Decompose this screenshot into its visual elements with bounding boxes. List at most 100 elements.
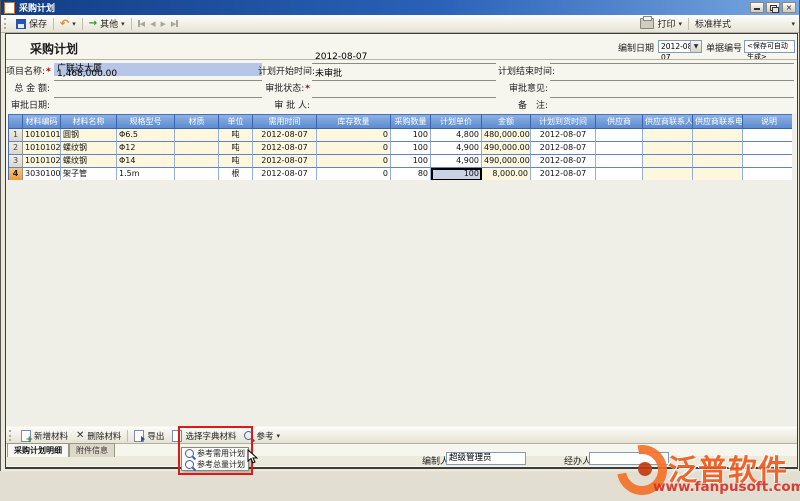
agent-input[interactable] (589, 452, 669, 465)
grid-cell[interactable] (693, 129, 743, 142)
approve-opinion-label: 审批意见: (498, 81, 548, 94)
style-combo[interactable]: 标准样式 ▾ (691, 16, 795, 31)
minimize-button[interactable] (750, 2, 764, 13)
grid-cell[interactable] (693, 142, 743, 155)
grid-cell[interactable]: 螺纹钢 (61, 155, 117, 168)
grid-cell[interactable]: 吨 (219, 142, 253, 155)
grid-cell[interactable]: 0 (317, 155, 391, 168)
close-button[interactable]: × (782, 2, 796, 13)
grid-cell[interactable]: 100 (391, 155, 431, 168)
grid-cell[interactable]: 4,800 (431, 129, 482, 142)
grid-header-cell[interactable]: 供应商联系人 (643, 115, 693, 129)
grid-cell[interactable] (596, 129, 643, 142)
grid-header-cell[interactable]: 需用时间 (253, 115, 317, 129)
row-number[interactable]: 1 (9, 129, 23, 142)
grid-cell[interactable]: 2012-08-07 (253, 129, 317, 142)
row-number[interactable]: 3 (9, 155, 23, 168)
grid-header-cell[interactable]: 采购数量 (391, 115, 431, 129)
window-title: 采购计划 (19, 1, 55, 14)
grid-cell[interactable]: 490,000.00 (482, 155, 531, 168)
export-icon (134, 430, 144, 442)
grid-cell[interactable]: 4,900 (431, 142, 482, 155)
grid-header-cell[interactable]: 规格型号 (117, 115, 175, 129)
menu-item-label: 参考总量计划 (197, 459, 245, 470)
grid-header-cell[interactable]: 材料编码 (23, 115, 61, 129)
grid-cell[interactable]: Φ12 (117, 142, 175, 155)
nav-next-button[interactable]: ▶ (160, 20, 165, 28)
grid-cell[interactable]: 2012-08-07 (253, 142, 317, 155)
grid-cell[interactable]: 螺纹钢 (61, 142, 117, 155)
grid-cell[interactable]: 4,900 (431, 155, 482, 168)
grid-cell[interactable] (693, 155, 743, 168)
grid-header-cell[interactable]: 供应商 (596, 115, 643, 129)
grid-empty-area[interactable] (7, 180, 796, 426)
other-button[interactable]: → 其他 ▾ (85, 16, 129, 31)
remark-field[interactable] (550, 84, 794, 98)
grid-cell[interactable] (643, 142, 693, 155)
grid-cell[interactable]: 0 (317, 142, 391, 155)
grid-cell[interactable]: 480,000.00 (482, 129, 531, 142)
grid-cell[interactable]: 1010102002 (23, 155, 61, 168)
delete-material-button[interactable]: ✕ 删除材料 (72, 429, 125, 443)
grid-cell[interactable]: 圆钢 (61, 129, 117, 142)
grid-header-cell[interactable]: 材料名称 (61, 115, 117, 129)
grid-cell[interactable]: 1010101001 (23, 129, 61, 142)
nav-first-button[interactable]: ◀ (138, 20, 145, 28)
grid-header-cell[interactable]: 材质 (175, 115, 219, 129)
grid-cell[interactable]: 490,000.00 (482, 142, 531, 155)
approve-opinion-field[interactable] (550, 67, 794, 81)
grid-cell[interactable] (175, 142, 219, 155)
menu-item-reference-total-plan[interactable]: 参考总量计划 (182, 459, 248, 470)
grid-cell[interactable]: 2012-08-07 (253, 155, 317, 168)
print-button[interactable]: 打印 ▾ (636, 16, 686, 31)
grid-cell[interactable] (743, 155, 796, 168)
grid-cell[interactable] (643, 129, 693, 142)
grid-header-cell[interactable]: 计划单价 (431, 115, 482, 129)
grid-cell[interactable]: Φ14 (117, 155, 175, 168)
grid-cell[interactable]: Φ6.5 (117, 129, 175, 142)
grid-cell[interactable] (596, 142, 643, 155)
grid-cell[interactable]: 100 (391, 142, 431, 155)
grid-cell[interactable] (175, 155, 219, 168)
grid-cell[interactable]: 0 (317, 129, 391, 142)
grid-cell[interactable]: 2012-08-07 (531, 129, 596, 142)
tab-attachment-info[interactable]: 附件信息 (69, 443, 115, 457)
grid-header-cell[interactable]: 说明 (743, 115, 796, 129)
grid-cell[interactable] (175, 129, 219, 142)
toolbar-grip (4, 18, 9, 29)
grid-cell[interactable] (743, 142, 796, 155)
tab-purchase-plan-detail[interactable]: 采购计划明细 (7, 443, 69, 457)
grid-header-cell[interactable]: 单位 (219, 115, 253, 129)
row-number[interactable]: 2 (9, 142, 23, 155)
select-dict-material-label: 选择字典材料 (185, 430, 236, 442)
grid-cell[interactable]: 吨 (219, 129, 253, 142)
grid-cell[interactable]: 100 (391, 129, 431, 142)
grid-cell[interactable]: 2012-08-07 (531, 142, 596, 155)
select-dict-material-button[interactable]: 选择字典材料 (168, 429, 240, 443)
nav-prev-button[interactable]: ◀ (150, 20, 155, 28)
plan-start-label: 计划开始时间: (258, 64, 310, 77)
grid-header-cell[interactable]: 金额 (482, 115, 531, 129)
minimize-icon (754, 8, 760, 10)
plan-end-field[interactable] (550, 50, 794, 64)
grid-cell[interactable] (643, 155, 693, 168)
save-label: 保存 (29, 17, 47, 30)
reference-button[interactable]: 参考 ▾ (240, 429, 284, 443)
export-button[interactable]: 导出 (130, 429, 168, 443)
save-button[interactable]: 保存 (12, 16, 51, 31)
maker-input[interactable]: 超级管理员 (446, 452, 526, 465)
plan-start-field[interactable]: 2012-08-07 (312, 50, 496, 64)
add-material-button[interactable]: 新增材料 (17, 429, 72, 443)
nav-last-button[interactable]: ▶ (171, 20, 178, 28)
menu-item-reference-demand-plan[interactable]: 参考需用计划 (182, 448, 248, 459)
grid-header-cell[interactable]: 库存数量 (317, 115, 391, 129)
grid-cell[interactable] (596, 155, 643, 168)
grid-cell[interactable]: 吨 (219, 155, 253, 168)
undo-button[interactable]: ↶ ▾ (56, 18, 80, 30)
grid-cell[interactable]: 1010102001 (23, 142, 61, 155)
grid-header-cell[interactable]: 供应商联系电话 (693, 115, 743, 129)
grid-cell[interactable]: 2012-08-07 (531, 155, 596, 168)
grid-cell[interactable] (743, 129, 796, 142)
restore-button[interactable] (766, 2, 780, 13)
grid-header-cell[interactable]: 计划到货时间 (531, 115, 596, 129)
